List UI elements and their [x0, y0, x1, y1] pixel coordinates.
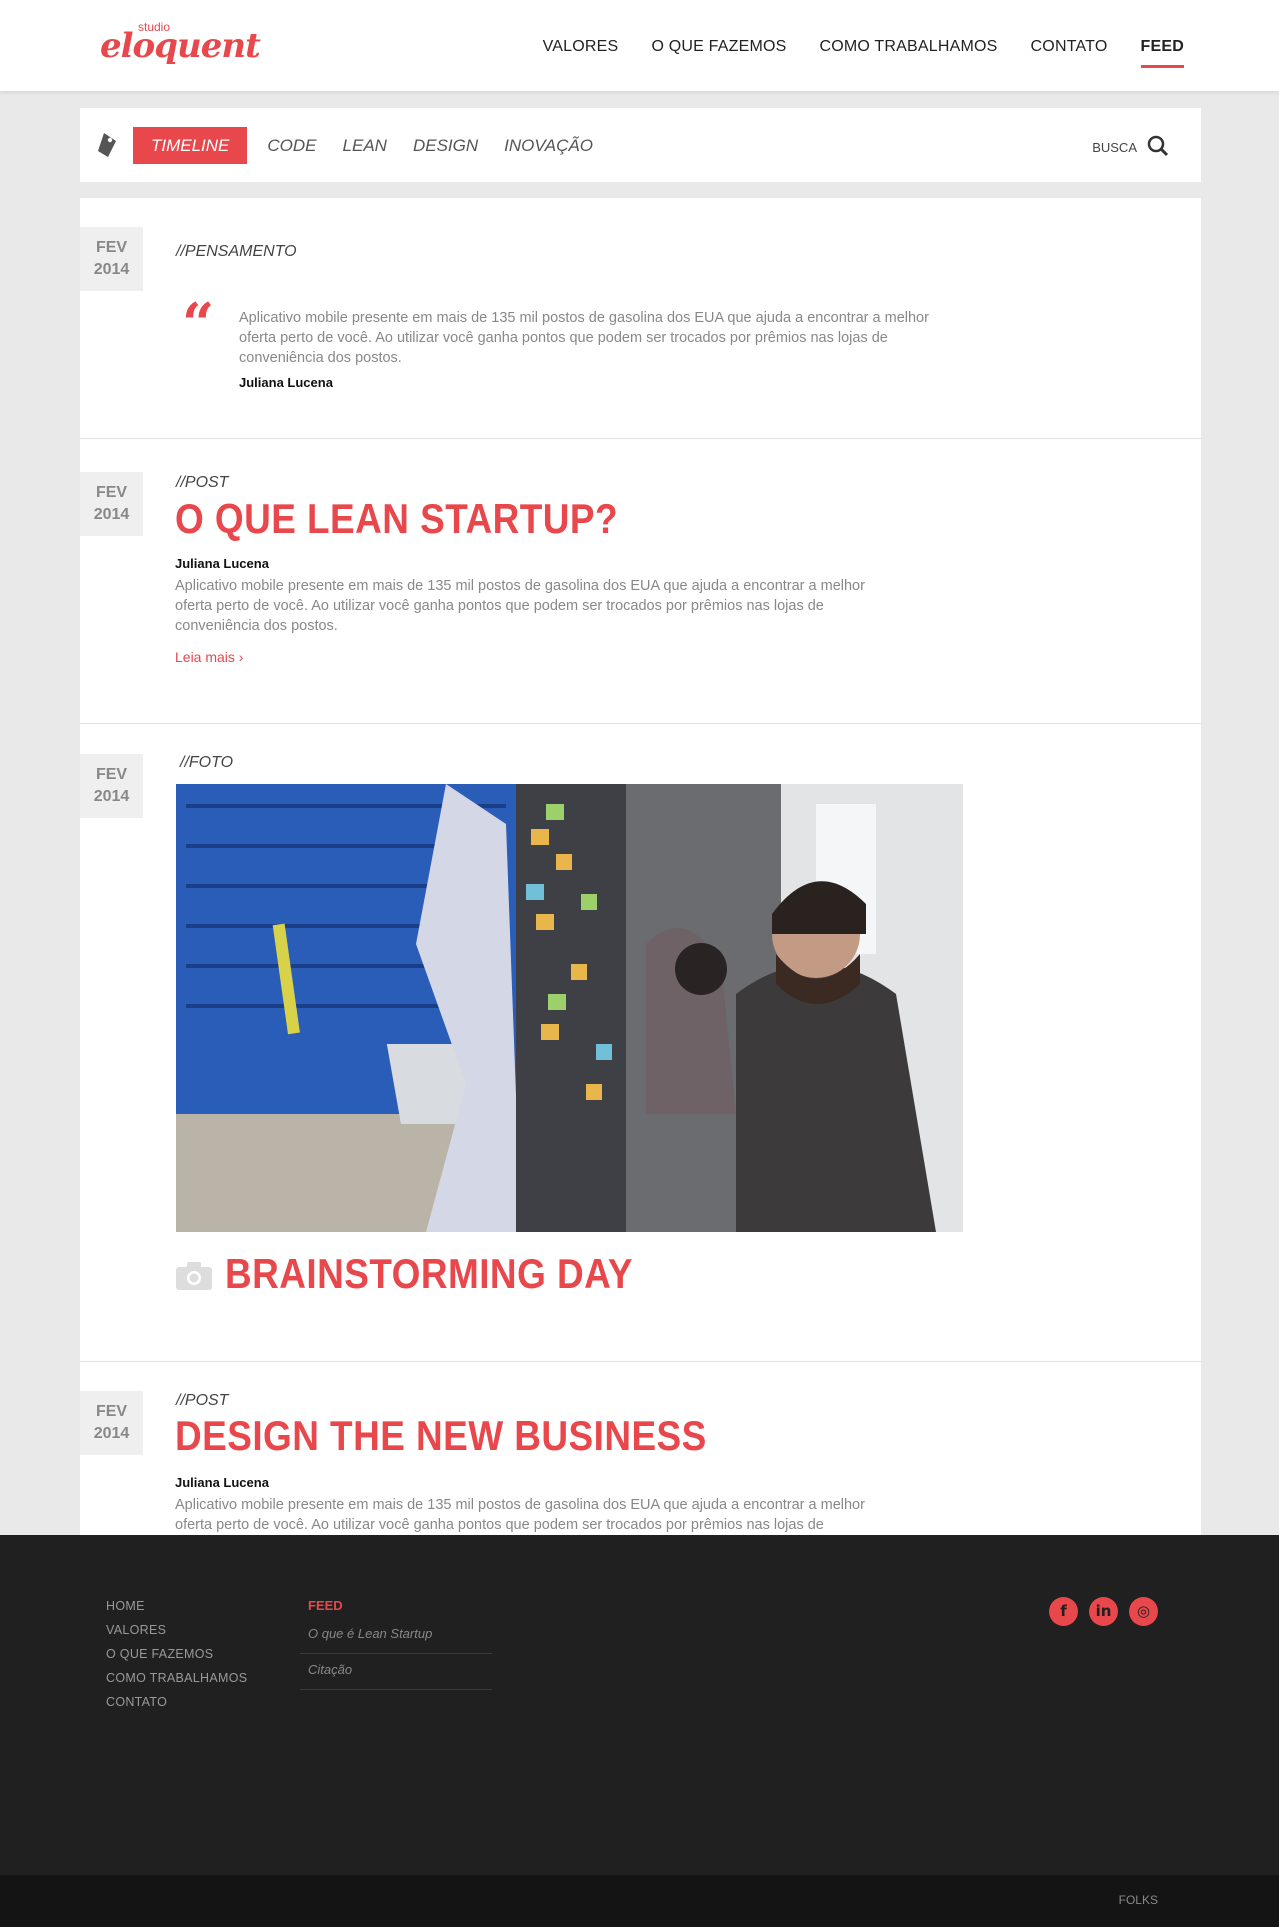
- read-more-link[interactable]: Leia mais ›: [175, 649, 243, 665]
- brainstorming-photo[interactable]: [176, 784, 963, 1232]
- post-title[interactable]: DESIGN THE NEW BUSINESS: [175, 1412, 707, 1460]
- entry-kind: //POST: [176, 1392, 229, 1409]
- post-author: Juliana Lucena: [175, 556, 269, 571]
- footer-feed: FEED O que é Lean Startup Citação: [300, 1594, 492, 1690]
- tag-icon: [96, 132, 118, 158]
- footer-feed-item[interactable]: Citação: [300, 1654, 492, 1690]
- post-excerpt: Aplicativo mobile presente em mais de 13…: [175, 578, 865, 634]
- footer-link-o-que-fazemos[interactable]: O QUE FAZEMOS: [106, 1642, 247, 1666]
- timeline-entry-photo: FEV 2014 //FOTO BRAINSTORMING DAY: [80, 724, 1201, 1362]
- site-footer: HOME VALORES O QUE FAZEMOS COMO TRABALHA…: [0, 1535, 1279, 1875]
- instagram-icon[interactable]: ◎: [1129, 1597, 1158, 1626]
- date-badge: FEV 2014: [80, 1391, 143, 1455]
- footer-feed-item[interactable]: O que é Lean Startup: [300, 1618, 492, 1654]
- filter-bar: TIMELINE CODE LEAN DESIGN INOVAÇÃO BUSCA: [80, 108, 1201, 182]
- nav-feed[interactable]: FEED: [1140, 38, 1185, 68]
- search-label: BUSCA: [1092, 140, 1137, 155]
- date-month: FEV: [95, 484, 128, 501]
- tab-code[interactable]: CODE: [267, 127, 316, 164]
- date-year: 2014: [93, 506, 130, 523]
- timeline-entry-post: FEV 2014 //POST O QUE LEAN STARTUP? Juli…: [80, 439, 1201, 724]
- social-links: f in ◎: [1049, 1597, 1158, 1626]
- timeline-entry-quote: FEV 2014 //PENSAMENTO “ Aplicativo mobil…: [80, 198, 1201, 439]
- camera-icon: [176, 1262, 212, 1295]
- search-icon: [1147, 135, 1169, 160]
- search-button[interactable]: BUSCA: [1092, 135, 1169, 160]
- site-header: studio eloquent VALORES O QUE FAZEMOS CO…: [0, 0, 1279, 91]
- entry-kind: //FOTO: [180, 754, 234, 771]
- bottom-bar: FOLKS: [0, 1875, 1279, 1927]
- date-year: 2014: [93, 261, 130, 278]
- nav-valores[interactable]: VALORES: [543, 38, 619, 56]
- footer-feed-heading[interactable]: FEED: [300, 1594, 492, 1618]
- footer-link-contato[interactable]: CONTATO: [106, 1690, 247, 1714]
- entry-kind: //PENSAMENTO: [176, 243, 297, 260]
- date-month: FEV: [95, 766, 128, 783]
- quote-icon: “: [182, 291, 215, 357]
- quote-text: Aplicativo mobile presente em mais de 13…: [239, 310, 929, 366]
- date-badge: FEV 2014: [80, 754, 143, 818]
- footer-link-como-trabalhamos[interactable]: COMO TRABALHAMOS: [106, 1666, 247, 1690]
- facebook-icon[interactable]: f: [1049, 1597, 1078, 1626]
- entry-kind: //POST: [176, 474, 229, 491]
- date-badge: FEV 2014: [80, 227, 143, 291]
- bottom-label[interactable]: FOLKS: [1119, 1893, 1158, 1907]
- main-nav: VALORES O QUE FAZEMOS COMO TRABALHAMOS C…: [543, 38, 1185, 68]
- nav-como-trabalhamos[interactable]: COMO TRABALHAMOS: [820, 38, 998, 56]
- date-month: FEV: [95, 239, 128, 256]
- logo-wordmark: eloquent: [100, 26, 261, 66]
- timeline-entry-post: FEV 2014 //POST DESIGN THE NEW BUSINESS …: [80, 1362, 1201, 1535]
- quote-author: Juliana Lucena: [239, 375, 333, 390]
- post-author: Juliana Lucena: [175, 1475, 269, 1490]
- tab-lean[interactable]: LEAN: [343, 127, 387, 164]
- nav-contato[interactable]: CONTATO: [1031, 38, 1108, 56]
- nav-o-que-fazemos[interactable]: O QUE FAZEMOS: [651, 38, 786, 56]
- footer-link-valores[interactable]: VALORES: [106, 1618, 247, 1642]
- date-month: FEV: [95, 1403, 128, 1420]
- category-tabs: TIMELINE CODE LEAN DESIGN INOVAÇÃO: [133, 127, 619, 164]
- linkedin-icon[interactable]: in: [1089, 1597, 1118, 1626]
- post-excerpt: Aplicativo mobile presente em mais de 13…: [175, 1497, 865, 1533]
- footer-nav: HOME VALORES O QUE FAZEMOS COMO TRABALHA…: [106, 1594, 247, 1714]
- post-title[interactable]: O QUE LEAN STARTUP?: [175, 495, 618, 543]
- timeline: FEV 2014 //PENSAMENTO “ Aplicativo mobil…: [80, 198, 1201, 1535]
- tab-design[interactable]: DESIGN: [413, 127, 478, 164]
- date-year: 2014: [93, 788, 130, 805]
- footer-link-home[interactable]: HOME: [106, 1594, 247, 1618]
- tab-timeline[interactable]: TIMELINE: [133, 127, 248, 164]
- logo[interactable]: studio eloquent: [100, 20, 261, 76]
- date-year: 2014: [93, 1425, 130, 1442]
- tab-inovacao[interactable]: INOVAÇÃO: [504, 127, 593, 164]
- photo-title[interactable]: BRAINSTORMING DAY: [225, 1250, 633, 1298]
- date-badge: FEV 2014: [80, 472, 143, 536]
